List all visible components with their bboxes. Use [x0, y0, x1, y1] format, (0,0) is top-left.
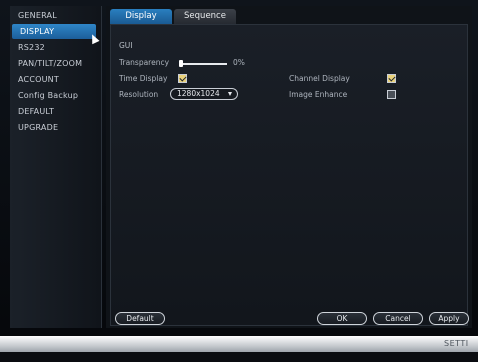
apply-button[interactable]: Apply [429, 312, 469, 325]
channel-display-checkbox[interactable] [387, 74, 396, 83]
tab-sequence[interactable]: Sequence [174, 9, 236, 24]
sidebar-item-general[interactable]: GENERAL [10, 8, 102, 23]
resolution-selected-value: 1280x1024 [177, 89, 220, 98]
transparency-slider[interactable] [181, 63, 227, 65]
settings-sidebar: GENERAL DISPLAY RS232 PAN/TILT/ZOOM ACCO… [10, 6, 102, 328]
sidebar-item-upgrade[interactable]: UPGRADE [10, 120, 102, 135]
window-frame: GENERAL DISPLAY RS232 PAN/TILT/ZOOM ACCO… [0, 0, 478, 362]
display-settings-content: GUI Transparency 0% Time Display Resolut… [110, 24, 469, 326]
bottom-bar-label[interactable]: SETTI [444, 339, 469, 348]
resolution-label: Resolution [119, 90, 159, 99]
image-enhance-label: Image Enhance [289, 90, 348, 99]
chevron-down-icon [228, 92, 232, 96]
section-title-gui: GUI [119, 41, 133, 50]
bottom-strip [0, 352, 478, 362]
image-enhance-checkbox[interactable] [387, 90, 396, 99]
transparency-value: 0% [233, 58, 245, 67]
sidebar-item-rs232[interactable]: RS232 [10, 40, 102, 55]
bottom-taskbar [0, 336, 478, 352]
sidebar-item-default[interactable]: DEFAULT [10, 104, 102, 119]
sidebar-item-pan-tilt-zoom[interactable]: PAN/TILT/ZOOM [10, 56, 102, 71]
default-button[interactable]: Default [115, 312, 165, 325]
cancel-button[interactable]: Cancel [373, 312, 423, 325]
sidebar-item-account[interactable]: ACCOUNT [10, 72, 102, 87]
transparency-label: Transparency [119, 58, 170, 67]
sidebar-item-config-backup[interactable]: Config Backup [10, 88, 102, 103]
sidebar-item-display[interactable]: DISPLAY [12, 24, 96, 39]
tab-display[interactable]: Display [110, 9, 172, 24]
resolution-select[interactable]: 1280x1024 [170, 88, 238, 100]
time-display-label: Time Display [119, 74, 168, 83]
transparency-slider-handle[interactable] [179, 60, 183, 67]
time-display-checkbox[interactable] [178, 74, 187, 83]
tab-bar: Display Sequence [106, 6, 472, 24]
main-panel: Display Sequence GUI Transparency 0% Tim… [106, 6, 472, 328]
ok-button[interactable]: OK [317, 312, 367, 325]
channel-display-label: Channel Display [289, 74, 350, 83]
